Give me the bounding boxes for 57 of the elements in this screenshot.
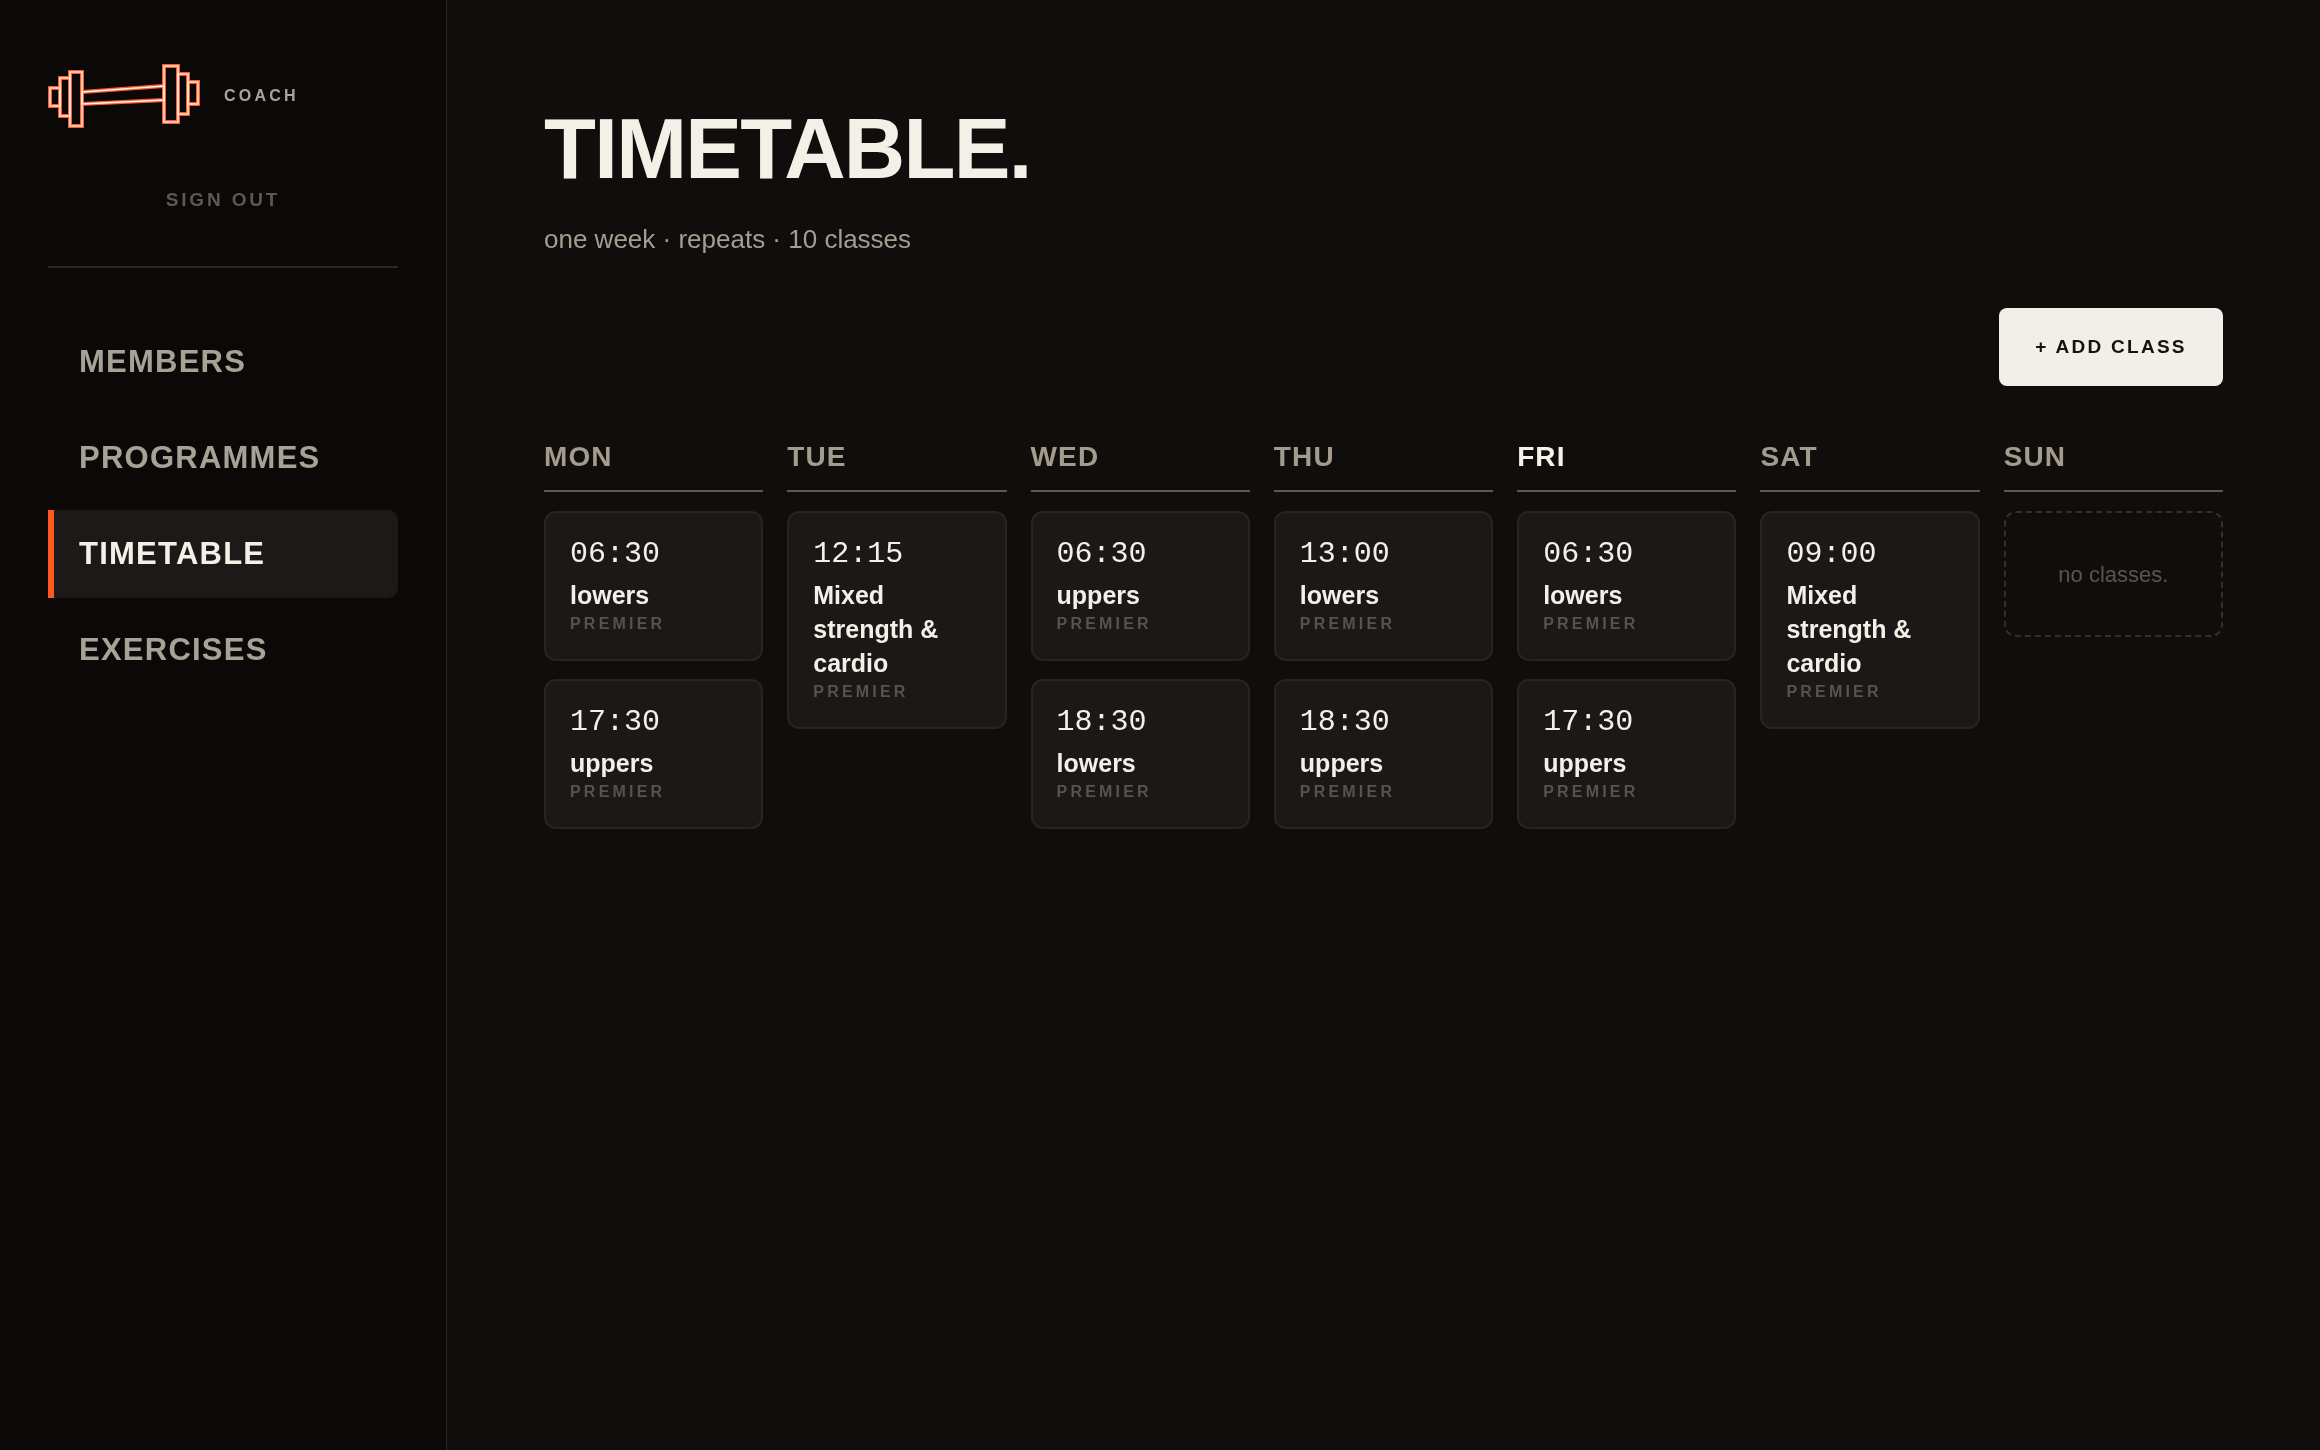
class-card[interactable]: 18:30 uppers PREMIER — [1273, 679, 1494, 829]
tier-label: PREMIER — [1056, 782, 1152, 802]
class-time: 09:00 — [1786, 536, 1877, 572]
page-subtitle: one week · repeats · 10 classes — [544, 224, 912, 254]
class-name: uppers — [1299, 748, 1384, 779]
tier-label: PREMIER — [1786, 682, 1882, 702]
tier-label: PREMIER — [570, 782, 666, 802]
class-time: 06:30 — [1056, 536, 1147, 572]
nav-item[interactable]: MEMBERS — [48, 318, 398, 406]
class-time: 06:30 — [1543, 536, 1634, 572]
class-name: lowers — [570, 580, 650, 611]
tier-label: PREMIER — [1543, 614, 1639, 634]
nav-item[interactable]: PROGRAMMES — [48, 414, 398, 502]
class-name: Mixed strength & cardio — [1786, 580, 1913, 679]
class-time: 12:15 — [813, 536, 904, 572]
class-name: uppers — [570, 748, 654, 779]
day-heading: THU — [1273, 440, 1335, 474]
empty-day-message: no classes. — [2003, 511, 2223, 637]
class-card[interactable]: 06:30 uppers PREMIER — [1030, 511, 1250, 661]
day-heading: FRI — [1517, 440, 1566, 474]
day-heading: MON — [544, 440, 613, 474]
class-card[interactable]: 09:00 Mixed strength & cardio PREMIER — [1760, 511, 1980, 729]
class-time: 18:30 — [1299, 704, 1390, 740]
barbell-icon — [48, 62, 200, 130]
class-name: lowers — [1056, 748, 1136, 779]
page-title: TIMETABLE. — [544, 106, 1031, 191]
class-time: 13:00 — [1299, 536, 1390, 572]
class-card[interactable]: 06:30 lowers PREMIER — [544, 511, 764, 661]
class-card[interactable]: 12:15 Mixed strength & cardio PREMIER — [787, 511, 1007, 729]
class-name: lowers — [1299, 580, 1380, 611]
class-time: 17:30 — [1543, 704, 1634, 740]
class-name: lowers — [1543, 580, 1623, 611]
tier-label: PREMIER — [813, 682, 909, 702]
class-card[interactable]: 17:30 uppers PREMIER — [1517, 679, 1737, 829]
class-time: 17:30 — [570, 704, 660, 740]
tier-label: PREMIER — [1543, 782, 1639, 802]
brand-label: COACH — [224, 86, 299, 106]
class-name: Mixed strength & cardio — [813, 580, 940, 679]
day-heading: WED — [1030, 440, 1100, 474]
day-heading: SUN — [2003, 440, 2067, 474]
tier-label: PREMIER — [570, 614, 666, 634]
class-name: uppers — [1543, 748, 1627, 779]
day-heading: TUE — [787, 440, 847, 474]
tier-label: PREMIER — [1299, 614, 1396, 634]
tier-label: PREMIER — [1299, 782, 1396, 802]
tier-label: PREMIER — [1056, 614, 1152, 634]
class-card[interactable]: 13:00 lowers PREMIER — [1273, 511, 1494, 661]
class-card[interactable]: 06:30 lowers PREMIER — [1517, 511, 1737, 661]
class-name: uppers — [1056, 580, 1140, 611]
class-time: 18:30 — [1056, 704, 1147, 740]
nav-item[interactable]: EXERCISES — [48, 606, 398, 694]
class-card[interactable]: 18:30 lowers PREMIER — [1030, 679, 1250, 829]
class-time: 06:30 — [570, 536, 660, 572]
nav-item[interactable]: TIMETABLE — [48, 510, 398, 598]
add-class-button[interactable]: + ADD CLASS — [1999, 308, 2223, 386]
day-heading: SAT — [1760, 440, 1818, 474]
class-card[interactable]: 17:30 uppers PREMIER — [544, 679, 764, 829]
